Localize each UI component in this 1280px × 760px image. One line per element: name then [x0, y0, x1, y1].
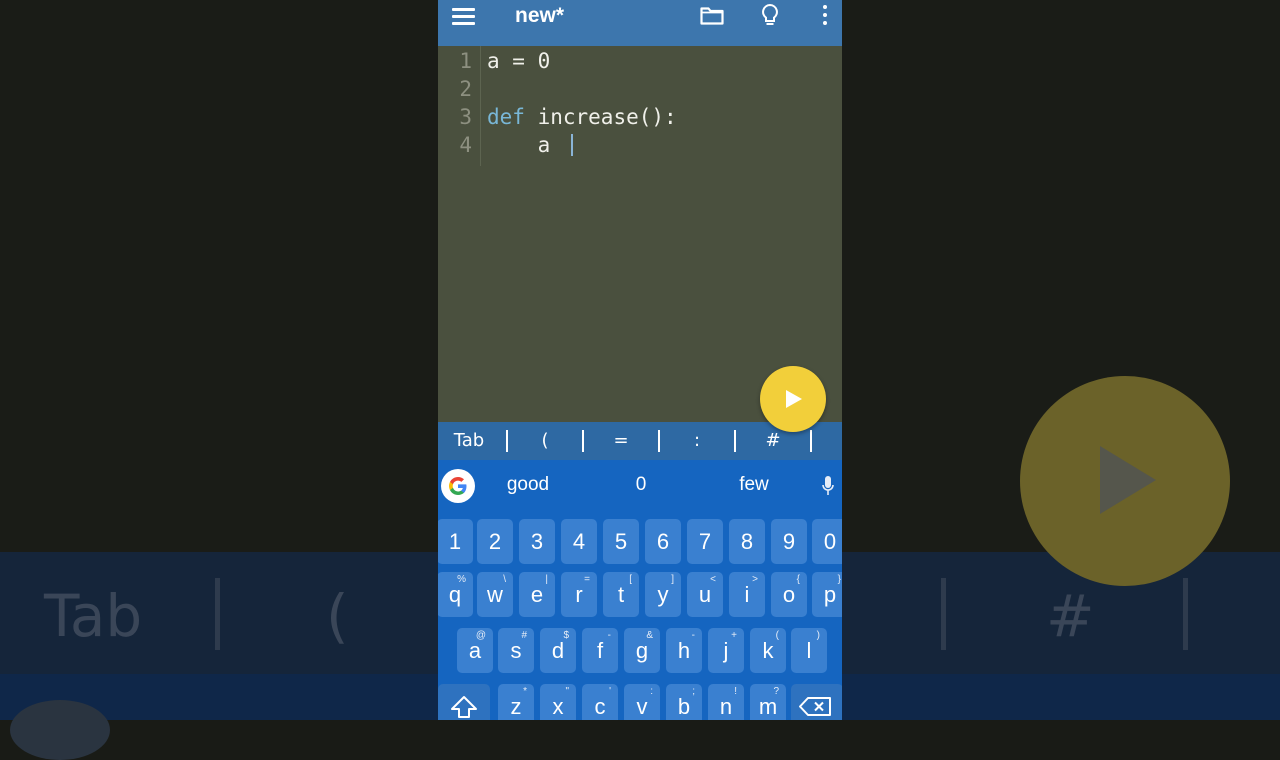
- key-separator: [582, 430, 584, 452]
- background-divider: [215, 578, 220, 650]
- line-number: 2: [459, 77, 472, 101]
- menu-icon[interactable]: [452, 6, 476, 25]
- app-bar: new*: [438, 0, 842, 46]
- more-vert-icon[interactable]: [821, 4, 829, 26]
- key-w[interactable]: w \: [477, 572, 513, 617]
- key-tab[interactable]: Tab: [442, 422, 496, 460]
- line-number: 1: [459, 49, 472, 73]
- key-k[interactable]: k(: [750, 628, 786, 673]
- key-h[interactable]: h-: [666, 628, 702, 673]
- key-n[interactable]: n!: [708, 684, 744, 720]
- key-o[interactable]: o{: [771, 572, 807, 617]
- file-title: new*: [515, 4, 565, 27]
- key-separator: [734, 430, 736, 452]
- key-3[interactable]: 3: [519, 519, 555, 564]
- folder-icon[interactable]: [700, 5, 724, 25]
- code-text: a: [487, 133, 563, 157]
- code-editor[interactable]: 1 a = 0 2 3 def increase(): 4 a: [438, 46, 842, 422]
- key-e[interactable]: e |: [519, 572, 555, 617]
- key-l[interactable]: l): [791, 628, 827, 673]
- key-7[interactable]: 7: [687, 519, 723, 564]
- key-separator: [658, 430, 660, 452]
- function-signature: increase():: [524, 105, 677, 129]
- line-number: 4: [459, 133, 472, 157]
- suggestion-1[interactable]: good: [488, 474, 568, 496]
- key-q[interactable]: q%: [438, 572, 473, 617]
- line-number: 3: [459, 105, 472, 129]
- key-separator: [810, 430, 812, 452]
- key-m[interactable]: m?: [750, 684, 786, 720]
- code-line: 2: [438, 75, 842, 103]
- keyword-def: def: [487, 105, 525, 129]
- key-9[interactable]: 9: [771, 519, 807, 564]
- lightbulb-icon[interactable]: [759, 3, 781, 27]
- key-i[interactable]: i >: [729, 572, 765, 617]
- key-4[interactable]: 4: [561, 519, 597, 564]
- key-p[interactable]: p}: [812, 572, 842, 617]
- code-line: 1 a = 0: [438, 47, 842, 75]
- background-blob: [10, 700, 110, 760]
- key-equals[interactable]: =: [594, 422, 648, 460]
- key-c[interactable]: c ': [582, 684, 618, 720]
- suggestion-3[interactable]: few: [714, 474, 794, 496]
- key-0[interactable]: 0: [812, 519, 842, 564]
- key-z[interactable]: z *: [498, 684, 534, 720]
- background-paren-text: (: [326, 582, 349, 650]
- key-d[interactable]: d $: [540, 628, 576, 673]
- backspace-icon: [799, 697, 831, 716]
- key-open-paren[interactable]: (: [518, 422, 572, 460]
- key-v[interactable]: v:: [624, 684, 660, 720]
- suggestion-strip: good 0 few: [438, 460, 842, 512]
- background-hash-text: #: [1046, 582, 1095, 650]
- phone-screen: new* 1 a = 0 2 3 def increase(): 4 a Tab…: [438, 0, 842, 720]
- key-6[interactable]: 6: [645, 519, 681, 564]
- background-play-button-blur: [1020, 376, 1230, 586]
- key-colon[interactable]: :: [670, 422, 724, 460]
- play-icon: [786, 390, 802, 408]
- code-line: 3 def increase():: [438, 103, 842, 131]
- code-text: a = 0: [487, 49, 551, 73]
- key-x[interactable]: x ": [540, 684, 576, 720]
- key-f[interactable]: f-: [582, 628, 618, 673]
- key-g[interactable]: g &: [624, 628, 660, 673]
- code-line: 4 a: [438, 131, 842, 159]
- key-t[interactable]: t[: [603, 572, 639, 617]
- key-a[interactable]: a @: [457, 628, 493, 673]
- key-2[interactable]: 2: [477, 519, 513, 564]
- shift-key[interactable]: [438, 684, 490, 720]
- code-text: def increase():: [487, 103, 677, 131]
- key-u[interactable]: u <: [687, 572, 723, 617]
- suggestion-2[interactable]: 0: [601, 474, 681, 496]
- key-1[interactable]: 1: [438, 519, 473, 564]
- key-8[interactable]: 8: [729, 519, 765, 564]
- soft-keyboard: good 0 few 1 2 3 4 5 6 7 8 9 0 q% w \ e | …: [438, 460, 842, 720]
- background-tab-text: Tab: [44, 582, 143, 650]
- google-g-icon[interactable]: [441, 469, 475, 503]
- run-button[interactable]: [760, 366, 826, 432]
- key-separator: [506, 430, 508, 452]
- key-r[interactable]: r =: [561, 572, 597, 617]
- shift-icon: [451, 696, 477, 718]
- background-divider: [1183, 578, 1188, 650]
- key-j[interactable]: j +: [708, 628, 744, 673]
- key-y[interactable]: y]: [645, 572, 681, 617]
- background-divider: [941, 578, 946, 650]
- backspace-key[interactable]: [791, 684, 842, 720]
- key-b[interactable]: b;: [666, 684, 702, 720]
- key-5[interactable]: 5: [603, 519, 639, 564]
- text-cursor: [571, 134, 573, 156]
- key-s[interactable]: s #: [498, 628, 534, 673]
- microphone-icon[interactable]: [822, 475, 834, 497]
